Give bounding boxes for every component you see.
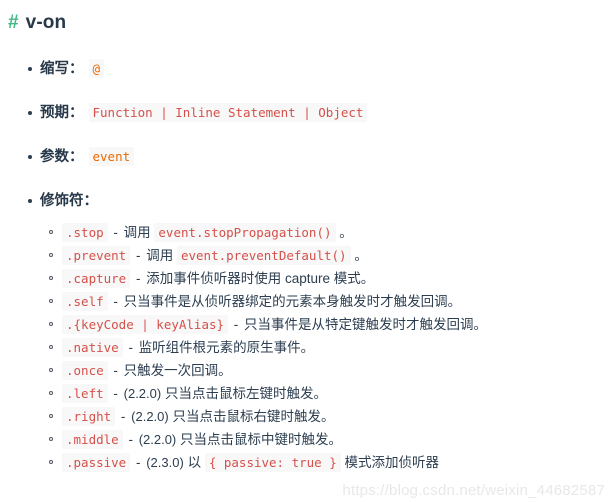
modifier-version: (2.2.0) [138, 432, 177, 447]
modifier-name: .right [62, 407, 116, 426]
modifier-description: 调用 [146, 248, 174, 263]
modifier-description: 只当点击鼠标中键时触发。 [180, 432, 343, 447]
entry-label: 预期 [40, 105, 69, 121]
list-item-abbreviation: 缩写： @ [0, 58, 609, 80]
modifier-description: 只当事件是从侦听器绑定的元素本身触发时才触发回调。 [123, 294, 462, 309]
modifier-dash: - [230, 317, 243, 332]
modifier-description: 只当点击鼠标右键时触发。 [172, 409, 335, 424]
entry-colon: ： [69, 149, 84, 165]
modifier-name: .{keyCode | keyAlias} [62, 315, 229, 334]
modifier-dash: - [132, 248, 145, 263]
document-page: # v-on 缩写： @ 预期： Function | Inline Stateme… [0, 0, 609, 502]
modifier-description: 只当事件是从特定键触发时才触发回调。 [244, 317, 488, 332]
modifier-dash: - [124, 432, 137, 447]
modifier-description: 。 [339, 225, 353, 240]
modifier-name: .prevent [62, 246, 131, 265]
modifier-description: 添加事件侦听器时使用 capture 模式。 [146, 271, 375, 286]
modifier-code: { passive: true } [204, 453, 341, 472]
modifier-description: 以 [187, 455, 202, 470]
modifier-dash: - [109, 386, 122, 401]
page-title: # v-on [0, 6, 609, 36]
entry-colon: ： [83, 193, 99, 209]
modifier-item: .stop - 调用 event.stopPropagation() 。 [40, 221, 609, 244]
entry-label: 修饰符 [40, 193, 84, 209]
modifier-description: 监听组件根元素的原生事件。 [138, 340, 315, 355]
modifier-description: 只当点击鼠标左键时触发。 [164, 386, 327, 401]
modifier-description: 模式添加侦听器 [344, 455, 440, 470]
modifier-name: .left [62, 384, 108, 403]
anchor-hash-icon[interactable]: # [8, 10, 19, 36]
modifier-item: .{keyCode | keyAlias} - 只当事件是从特定键触发时才触发回… [40, 313, 609, 336]
modifier-dash: - [124, 340, 137, 355]
code-expects: Function | Inline Statement | Object [88, 103, 368, 122]
modifier-list: .stop - 调用 event.stopPropagation() 。 .pre… [40, 221, 609, 474]
list-item-arguments: 参数： event [0, 146, 609, 168]
modifier-name: .capture [62, 269, 131, 288]
modifier-description: 调用 [123, 225, 151, 240]
entry-label: 缩写 [40, 61, 69, 77]
entry-colon: ： [69, 105, 84, 121]
modifier-item: .right - (2.2.0) 只当点击鼠标右键时触发。 [40, 405, 609, 428]
modifier-name: .passive [62, 453, 131, 472]
modifier-description: 。 [354, 248, 368, 263]
list-item-expects: 预期： Function | Inline Statement | Object [0, 102, 609, 124]
modifier-version: (2.2.0) [123, 386, 162, 401]
modifier-item: .self - 只当事件是从侦听器绑定的元素本身触发时才触发回调。 [40, 290, 609, 313]
modifier-description: 只触发一次回调。 [123, 363, 232, 378]
modifier-name: .middle [62, 430, 123, 449]
modifier-name: .stop [62, 223, 108, 242]
modifier-item: .passive - (2.3.0) 以 { passive: true } 模… [40, 451, 609, 474]
page-title-text: v-on [25, 12, 67, 33]
modifier-dash: - [117, 409, 130, 424]
modifier-dash: - [132, 271, 145, 286]
modifier-item: .prevent - 调用 event.preventDefault() 。 [40, 244, 609, 267]
code-abbreviation: @ [88, 59, 105, 78]
modifier-dash: - [109, 363, 122, 378]
list-item-modifiers: 修饰符： .stop - 调用 event.stopPropagation() … [0, 190, 609, 474]
modifier-version: (2.3.0) [146, 455, 184, 470]
modifier-item: .capture - 添加事件侦听器时使用 capture 模式。 [40, 267, 609, 290]
code-arguments: event [88, 147, 135, 166]
modifier-item: .native - 监听组件根元素的原生事件。 [40, 336, 609, 359]
modifier-code: event.preventDefault() [176, 246, 351, 265]
modifier-item: .left - (2.2.0) 只当点击鼠标左键时触发。 [40, 382, 609, 405]
modifier-dash: - [132, 455, 145, 470]
modifier-dash: - [109, 225, 122, 240]
modifier-item: .middle - (2.2.0) 只当点击鼠标中键时触发。 [40, 428, 609, 451]
watermark: https://blog.csdn.net/weixin_44682587 [342, 482, 605, 499]
modifier-name: .self [62, 292, 108, 311]
modifier-version: (2.2.0) [131, 409, 169, 424]
modifier-dash: - [109, 294, 122, 309]
entry-colon: ： [69, 61, 84, 77]
modifier-code: event.stopPropagation() [154, 223, 336, 242]
modifier-name: .once [62, 361, 108, 380]
modifier-name: .native [62, 338, 123, 357]
modifier-item: .once - 只触发一次回调。 [40, 359, 609, 382]
entry-label: 参数 [40, 149, 69, 165]
api-entry-list: 缩写： @ 预期： Function | Inline Statement | Ob… [0, 58, 609, 474]
